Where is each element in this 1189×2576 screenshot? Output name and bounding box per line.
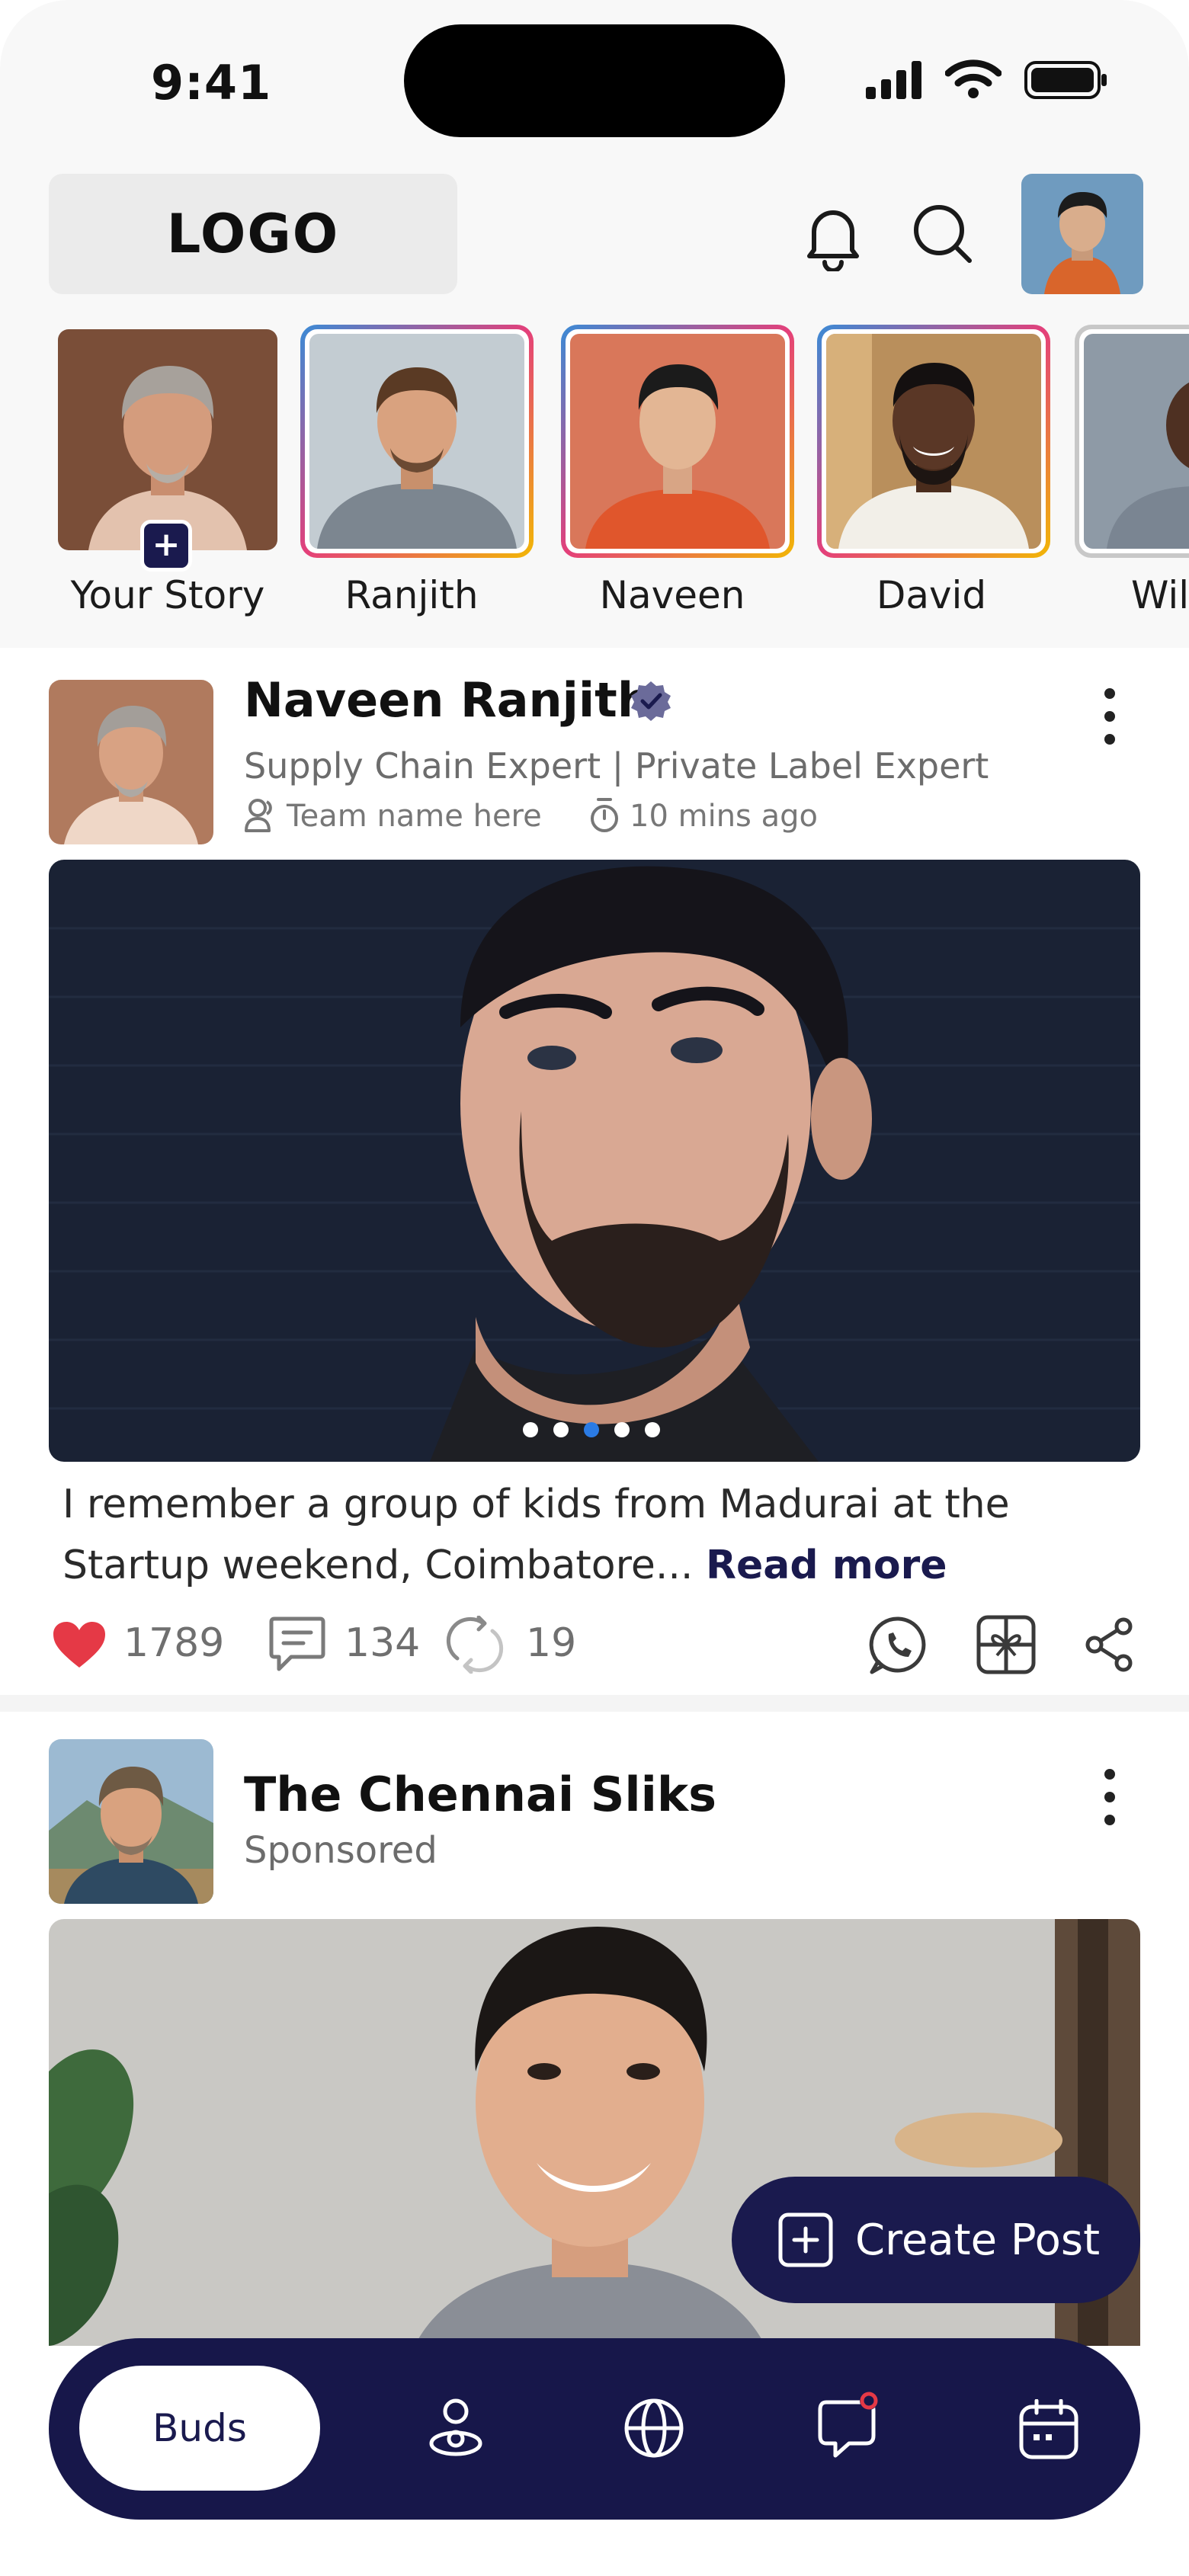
post-image[interactable] xyxy=(49,860,1140,1462)
feed-divider xyxy=(0,1695,1189,1712)
sponsor-avatar[interactable] xyxy=(49,1739,213,1904)
story-label-wils: Wils xyxy=(1131,573,1189,617)
nav-tab-buds[interactable]: Buds xyxy=(79,2366,320,2491)
like-count: 1789 xyxy=(123,1620,225,1666)
create-post-button[interactable]: Create Post xyxy=(732,2177,1140,2303)
plus-square-icon xyxy=(778,2212,833,2267)
share-icon[interactable] xyxy=(1085,1617,1134,1672)
comment-icon[interactable] xyxy=(268,1616,326,1674)
carousel-dot-active[interactable] xyxy=(584,1422,599,1437)
post-caption: I remember a group of kids from Madurai … xyxy=(62,1474,1130,1596)
whatsapp-icon[interactable] xyxy=(869,1616,928,1675)
post-timestamp: 10 mins ago xyxy=(630,799,818,834)
like-icon[interactable] xyxy=(52,1620,107,1669)
story-avatar-ranjith xyxy=(309,334,524,549)
repost-icon[interactable] xyxy=(445,1616,505,1674)
timer-icon xyxy=(591,798,618,832)
repost-count: 19 xyxy=(526,1620,577,1666)
chat-icon[interactable] xyxy=(817,2389,886,2460)
post-menu-icon[interactable] xyxy=(1102,1767,1117,1828)
story-avatar-naveen xyxy=(570,334,785,549)
carousel-dot[interactable] xyxy=(523,1422,538,1437)
story-avatar-david xyxy=(826,334,1041,549)
team-icon xyxy=(245,799,272,832)
wifi-icon xyxy=(945,59,1002,98)
dynamic-island xyxy=(404,24,785,137)
post-menu-icon[interactable] xyxy=(1102,686,1117,747)
read-more-link[interactable]: Read more xyxy=(706,1543,947,1588)
story-naveen[interactable] xyxy=(561,325,794,558)
carousel-dot[interactable] xyxy=(614,1422,630,1437)
create-post-label: Create Post xyxy=(855,2215,1101,2265)
verified-badge-icon xyxy=(631,681,671,721)
globe-icon[interactable] xyxy=(622,2396,686,2460)
sponsored-label: Sponsored xyxy=(244,1829,437,1872)
sponsor-name[interactable]: The Chennai Sliks xyxy=(244,1767,716,1822)
story-wils[interactable] xyxy=(1075,325,1189,558)
story-label-david: David xyxy=(876,573,987,617)
signal-icon xyxy=(866,61,921,99)
story-ranjith[interactable] xyxy=(300,325,534,558)
story-label-your-story: Your Story xyxy=(70,573,265,617)
gift-icon[interactable] xyxy=(976,1614,1037,1675)
story-avatar-wils xyxy=(1084,334,1189,549)
comment-count: 134 xyxy=(345,1620,421,1666)
story-avatar-your-story[interactable] xyxy=(58,329,277,550)
carousel-indicator[interactable] xyxy=(523,1422,660,1437)
post-author-avatar[interactable] xyxy=(49,680,213,844)
status-time: 9:41 xyxy=(151,55,272,111)
calendar-icon[interactable] xyxy=(1018,2399,1079,2460)
story-label-naveen: Naveen xyxy=(599,573,745,617)
battery-icon xyxy=(1024,61,1107,99)
story-david[interactable] xyxy=(817,325,1050,558)
carousel-dot[interactable] xyxy=(553,1422,569,1437)
people-icon[interactable] xyxy=(424,2396,488,2460)
logo[interactable]: LOGO xyxy=(49,174,457,294)
search-icon[interactable] xyxy=(909,200,977,268)
post-author-role: Supply Chain Expert | Private Label Expe… xyxy=(244,745,989,787)
bell-icon[interactable] xyxy=(802,203,864,271)
story-label-ranjith: Ranjith xyxy=(345,573,479,617)
post-author-name[interactable]: Naveen Ranjith xyxy=(244,672,651,728)
post-team-name: Team name here xyxy=(287,799,542,834)
profile-avatar[interactable] xyxy=(1021,174,1143,294)
add-story-button[interactable]: + xyxy=(140,520,192,572)
carousel-dot[interactable] xyxy=(645,1422,660,1437)
